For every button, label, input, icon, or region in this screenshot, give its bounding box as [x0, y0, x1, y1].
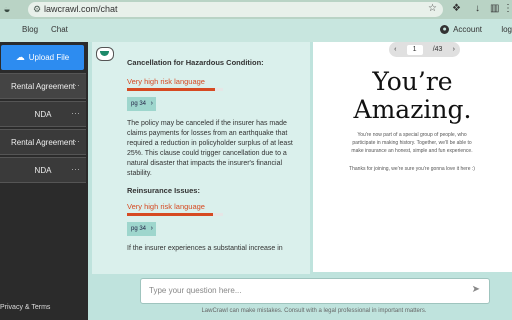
page-navigator: ‹ 1 /43 ›: [389, 42, 460, 57]
nav-chat-link[interactable]: Chat: [51, 25, 68, 34]
sidebar-item-rental-agreement[interactable]: Rental Agreement ⋯: [0, 129, 86, 155]
download-icon[interactable]: ↓: [475, 3, 480, 14]
page-reference-button[interactable]: pg 34: [127, 222, 157, 236]
more-options-icon[interactable]: ⋯: [71, 136, 80, 147]
page-reference-button[interactable]: pg 34: [127, 97, 157, 111]
menu-icon[interactable]: ⋮: [503, 3, 512, 14]
question-input[interactable]: [147, 285, 461, 296]
sidebar-item-label: Rental Agreement: [10, 81, 76, 91]
document-paragraph: You’re now part of a special group of pe…: [351, 132, 473, 154]
upload-file-button[interactable]: ☁ Upload File: [1, 45, 84, 70]
site-logo-icon: ◒: [3, 2, 11, 16]
risk-meter: [127, 88, 223, 91]
risk-label: Very high risk language: [127, 202, 205, 211]
extensions-icon[interactable]: ❖: [452, 3, 461, 14]
sidebar: ☁ Upload File Rental Agreement ⋯ NDA ⋯ R…: [0, 42, 88, 320]
cloud-upload-icon: ☁: [15, 52, 25, 62]
bot-avatar-icon: [96, 47, 114, 61]
sidebar-item-label: NDA: [34, 109, 52, 119]
next-page-icon[interactable]: ›: [453, 46, 455, 53]
sidebar-item-nda[interactable]: NDA ⋯: [0, 101, 86, 127]
more-options-icon[interactable]: ⋯: [71, 164, 80, 175]
risk-meter-fill: [127, 213, 214, 216]
privacy-terms-link[interactable]: Privacy & Terms: [0, 304, 50, 311]
more-options-icon[interactable]: ⋯: [71, 80, 80, 91]
message-heading: Cancellation for Hazardous Condition:: [127, 58, 264, 67]
risk-meter-fill: [127, 88, 216, 91]
bookmark-star-icon[interactable]: ☆: [428, 3, 437, 14]
address-bar[interactable]: ⚙ lawcrawl.com/chat ☆: [28, 2, 443, 17]
chat-message: Cancellation for Hazardous Condition: Ve…: [127, 58, 302, 254]
account-link[interactable]: ● Account: [440, 25, 482, 35]
page-total: /43: [432, 46, 443, 53]
app-header: Blog Chat ● Account log: [0, 19, 512, 42]
nav-blog-link[interactable]: Blog: [22, 25, 38, 34]
risk-meter: [127, 213, 223, 216]
sidepanel-icon[interactable]: ▥: [490, 3, 499, 14]
account-label: Account: [453, 25, 482, 34]
account-icon: ●: [440, 25, 450, 35]
prev-page-icon[interactable]: ‹: [394, 46, 396, 53]
document-title-line2: Amazing.: [353, 95, 472, 124]
message-heading: Reinsurance Issues:: [127, 186, 200, 195]
page-number-input[interactable]: 1: [406, 44, 423, 55]
upload-file-label: Upload File: [28, 53, 70, 62]
message-body: If the insurer experiences a substantial…: [127, 245, 283, 252]
disclaimer-text: LawCrawl can make mistakes. Consult with…: [201, 308, 427, 314]
url-text: lawcrawl.com/chat: [44, 4, 118, 14]
document-paragraph: Thanks for joining, we’re sure you’re go…: [349, 166, 475, 172]
more-options-icon[interactable]: ⋯: [71, 108, 80, 119]
risk-label: Very high risk language: [127, 77, 205, 86]
sidebar-item-nda[interactable]: NDA ⋯: [0, 157, 86, 183]
sidebar-item-label: Rental Agreement: [10, 137, 76, 147]
sidebar-item-label: NDA: [34, 165, 52, 175]
message-body: The policy may be canceled if the insure…: [127, 120, 293, 177]
document-title-line1: You’re: [372, 67, 453, 96]
question-input-box: ➤: [140, 278, 490, 304]
site-info-icon[interactable]: ⚙: [33, 4, 41, 15]
browser-toolbar: ◒ ⚙ lawcrawl.com/chat ☆ ❖ ↓ ▥ ⋮: [0, 0, 512, 19]
send-icon[interactable]: ➤: [472, 284, 480, 295]
logout-link[interactable]: log: [501, 25, 512, 34]
chat-panel: Cancellation for Hazardous Condition: Ve…: [92, 42, 310, 274]
sidebar-item-rental-agreement[interactable]: Rental Agreement ⋯: [0, 73, 86, 99]
